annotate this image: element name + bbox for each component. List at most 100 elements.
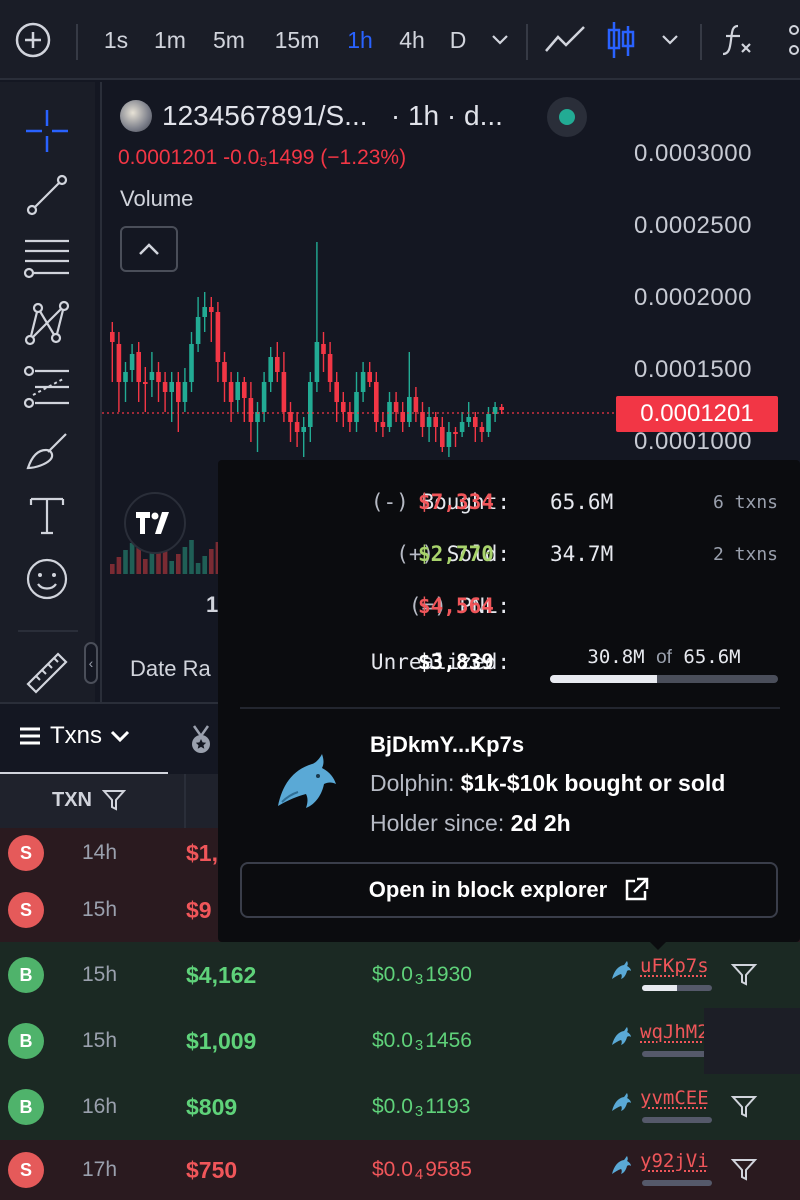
candle-body xyxy=(202,307,207,317)
trader-popover: (-) Bought: $7,334 65.6M 6 txns (+) Sold… xyxy=(218,460,800,942)
candle-body xyxy=(380,422,386,427)
interval-15m[interactable]: 15m xyxy=(268,0,326,80)
price-main: $0.0 xyxy=(372,1029,413,1052)
unrealized-total: 65.6M xyxy=(683,646,741,668)
interval-1h[interactable]: 1h xyxy=(342,0,378,80)
buy-badge: B xyxy=(8,957,44,993)
txn-row[interactable]: B 15h $1,009 $0.0 31456 wqJhM2 xyxy=(0,1008,800,1074)
txn-amount: $750 xyxy=(186,1157,238,1183)
tradingview-logo[interactable] xyxy=(124,492,186,554)
txns-tab[interactable]: Txns xyxy=(18,722,130,750)
wallet-address[interactable]: BjDkmY...Kp7s xyxy=(370,732,524,758)
pattern-tool[interactable] xyxy=(14,294,80,352)
sell-badge: S xyxy=(8,835,44,871)
txn-amount: $1,009 xyxy=(186,1028,257,1054)
holder-since-value: 2d 2h xyxy=(510,810,571,836)
filter-icon[interactable] xyxy=(730,961,758,989)
ruler-icon xyxy=(26,652,68,694)
maker-holding-bar xyxy=(642,1051,712,1057)
dolphin-icon xyxy=(612,1093,631,1111)
sold-value: $2,770 xyxy=(418,542,494,566)
candle-body xyxy=(294,422,300,432)
candles-button[interactable] xyxy=(604,0,638,80)
txn-row[interactable]: B 15h $4,162 $0.0 31930 uFKp7s xyxy=(0,942,800,1008)
txn-row[interactable]: B 16h $809 $0.0 31193 yvmCEE xyxy=(0,1074,800,1140)
interval-menu-button[interactable] xyxy=(486,0,514,80)
more-button[interactable] xyxy=(778,0,800,80)
date-range-button[interactable]: Date Ra xyxy=(130,656,211,682)
ruler-tool[interactable] xyxy=(14,644,80,702)
candle-body xyxy=(374,382,379,422)
volume-bar xyxy=(129,543,135,574)
crosshair-tool[interactable] xyxy=(14,102,80,160)
candle-body xyxy=(129,354,135,370)
medal-icon xyxy=(192,725,210,753)
bought-value: $7,334 xyxy=(418,490,494,514)
filter-icon[interactable] xyxy=(730,1093,758,1121)
horizontal-lines-tool[interactable] xyxy=(14,230,80,288)
add-symbol-button[interactable] xyxy=(12,0,54,80)
unrealized-holdings: 30.8M of 65.6M xyxy=(550,646,778,669)
volume-bar xyxy=(149,552,155,574)
brush-tool[interactable] xyxy=(14,422,80,480)
collapse-toolbar-button[interactable]: ‹ xyxy=(84,642,98,684)
candle-body xyxy=(110,332,115,342)
maker-address[interactable]: wqJhM2 xyxy=(640,1021,709,1043)
maker-address[interactable]: yvmCEE xyxy=(640,1087,709,1109)
emoji-tool[interactable] xyxy=(14,550,80,608)
candle-body xyxy=(433,417,438,427)
line-chart-button[interactable] xyxy=(542,0,588,80)
symbol-name: 1234567891/S... xyxy=(162,100,368,131)
maker-address[interactable]: uFKp7s xyxy=(640,955,709,977)
candle-body xyxy=(169,382,174,392)
buy-badge: B xyxy=(8,1089,44,1125)
indicators-button[interactable] xyxy=(716,0,758,80)
market-status-indicator[interactable] xyxy=(547,97,587,137)
trend-line-tool[interactable] xyxy=(14,166,80,224)
interval-5m[interactable]: 5m xyxy=(206,0,252,80)
sold-qty: 34.7M xyxy=(550,542,614,566)
txn-row[interactable]: S 17h $750 $0.0 49585 y92jVi xyxy=(0,1140,800,1200)
unrealized-value: $3,839 xyxy=(418,650,494,674)
txn-price: $0.0 49585 xyxy=(372,1158,472,1183)
txn-age: 14h xyxy=(82,841,118,864)
candle-body xyxy=(440,427,445,447)
txn-column[interactable]: TXN xyxy=(52,788,126,812)
maker-address[interactable]: y92jVi xyxy=(640,1150,709,1172)
candle-body xyxy=(334,382,339,402)
price-digits: 1456 xyxy=(425,1029,472,1052)
interval-d[interactable]: D xyxy=(446,0,470,80)
symbol-title[interactable]: 1234567891/S... · 1h · d... xyxy=(162,100,503,132)
volume-bar xyxy=(123,550,128,574)
candle-body xyxy=(407,397,412,422)
open-block-explorer-button[interactable]: Open in block explorer xyxy=(240,862,778,918)
candle-body xyxy=(123,372,128,382)
text-tool[interactable] xyxy=(14,486,80,544)
top-traders-tab[interactable] xyxy=(188,724,214,761)
filter-icon[interactable] xyxy=(730,1156,758,1184)
last-price-tag: 0.0001201 xyxy=(616,396,778,432)
token-avatar xyxy=(120,100,152,132)
fib-tool[interactable] xyxy=(14,358,80,416)
collapse-legend-button[interactable] xyxy=(120,226,178,272)
candle-body xyxy=(182,382,188,402)
bought-sign: (-) xyxy=(370,490,409,514)
maker-holding-fill xyxy=(642,985,677,991)
interval-4h[interactable]: 4h xyxy=(394,0,430,80)
sell-badge: S xyxy=(8,892,44,928)
column-divider xyxy=(184,774,186,828)
candle-body xyxy=(367,372,372,382)
status-dot xyxy=(559,109,575,125)
candle-body xyxy=(486,414,491,432)
chart-type-menu-button[interactable] xyxy=(656,0,684,80)
tier-description: $1k-$10k bought or sold xyxy=(460,770,726,796)
txn-age: 15h xyxy=(82,963,118,986)
volume-bar xyxy=(169,561,174,574)
candle-body xyxy=(354,392,359,422)
unrealized-of: of xyxy=(656,647,672,668)
toolbar-divider xyxy=(76,24,78,60)
candle-body xyxy=(116,344,122,382)
interval-1m[interactable]: 1m xyxy=(148,0,192,80)
interval-1s[interactable]: 1s xyxy=(98,0,134,80)
candle-body xyxy=(162,382,168,392)
